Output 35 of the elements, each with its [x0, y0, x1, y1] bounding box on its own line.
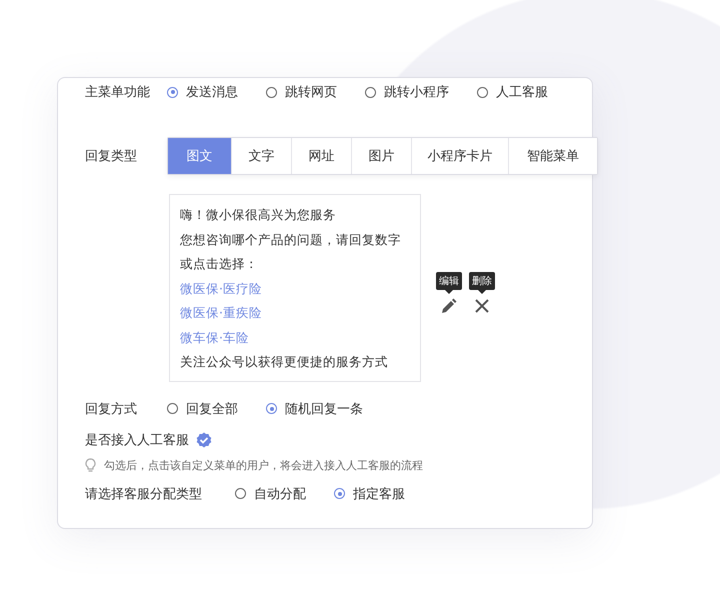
message-text: 或点击选择： [180, 255, 259, 273]
radio-icon[interactable] [477, 86, 488, 98]
radio-icon[interactable] [167, 86, 178, 98]
radio-option[interactable]: 发送消息 [167, 83, 238, 101]
tab[interactable]: 网址 [291, 138, 351, 174]
radio-icon[interactable] [266, 403, 277, 414]
field-label: 回复方式 [85, 400, 138, 418]
tab[interactable]: 小程序卡片 [411, 138, 508, 174]
radio-option[interactable]: 跳转小程序 [365, 83, 449, 101]
radio-option[interactable]: 跳转网页 [266, 83, 337, 101]
message-text: 您想咨询哪个产品的问题，请回复数字 [180, 230, 402, 248]
checkbox-checked-icon[interactable] [196, 432, 212, 448]
radio-icon[interactable] [167, 403, 178, 414]
radio-option[interactable]: 人工客服 [477, 83, 548, 101]
lightbulb-icon [85, 458, 96, 472]
pencil-icon[interactable] [441, 298, 457, 314]
radio-option[interactable]: 自动分配 [235, 484, 306, 502]
radio-icon[interactable] [334, 488, 345, 499]
field-label: 是否接入人工客服 [85, 432, 189, 448]
radio-icon[interactable] [235, 488, 246, 499]
radio-icon[interactable] [365, 86, 376, 98]
radio-icon[interactable] [266, 86, 277, 98]
radio-option[interactable]: 回复全部 [167, 400, 238, 418]
tab[interactable]: 智能菜单 [508, 138, 597, 174]
radio-option[interactable]: 指定客服 [334, 484, 405, 502]
close-icon[interactable] [474, 298, 490, 314]
tab[interactable]: 文字 [231, 138, 291, 174]
tab[interactable]: 图片 [351, 138, 411, 174]
message-text: 关注公众号以获得更便捷的服务方式 [180, 353, 389, 371]
field-label: 回复类型 [85, 148, 138, 165]
field-label: 请选择客服分配类型 [85, 486, 203, 502]
field-label: 主菜单功能 [85, 84, 151, 101]
radio-option[interactable]: 随机回复一条 [266, 400, 363, 418]
hint-text: 勾选后，点击该自定义菜单的用户，将会进入接入人工客服的流程 [104, 458, 423, 472]
message-text: 嗨！微小保很高兴为您服务 [180, 206, 337, 224]
